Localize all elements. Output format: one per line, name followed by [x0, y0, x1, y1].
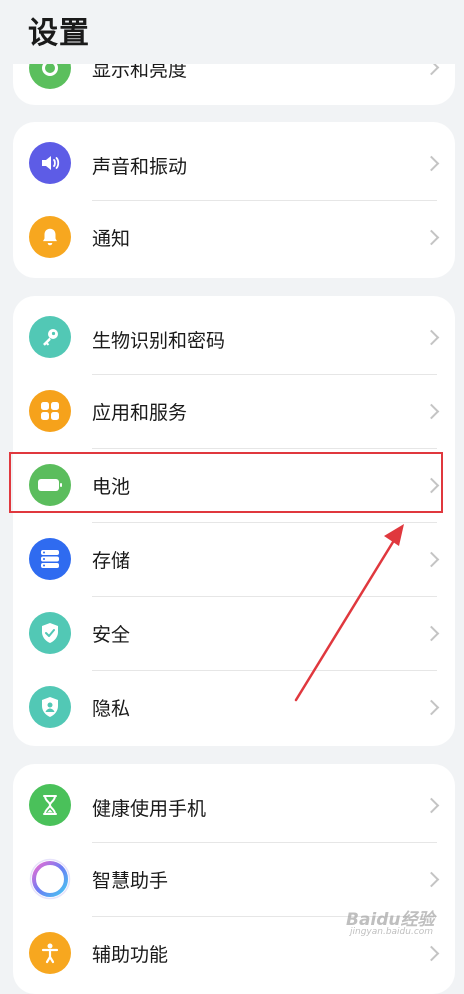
baidu-watermark: Baidu经验 jingyan.baidu.com [346, 905, 446, 945]
watermark-url: jingyan.baidu.com [350, 927, 434, 937]
annotation-arrow [294, 524, 404, 702]
